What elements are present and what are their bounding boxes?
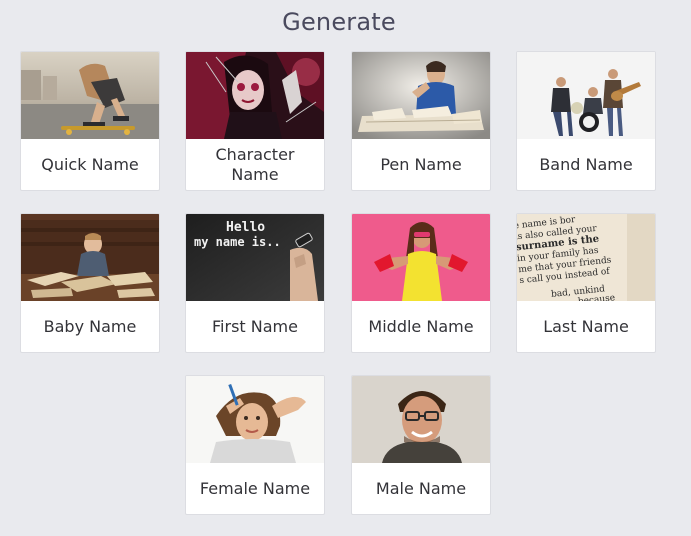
- band-image: [517, 52, 655, 139]
- page-title: Generate: [282, 8, 396, 36]
- woman-pink-image: [352, 214, 490, 301]
- card-male-name[interactable]: Male Name: [351, 375, 491, 515]
- hello-name-tag-image: Hello my name is..: [186, 214, 324, 301]
- dictionary-image: e name is bor is also called your surnam…: [517, 214, 655, 301]
- card-pen-name[interactable]: Pen Name: [351, 51, 491, 191]
- svg-text:my name is..: my name is..: [194, 235, 281, 249]
- card-label: Female Name: [199, 479, 311, 498]
- writer-image: [352, 52, 490, 139]
- card-label: Male Name: [375, 479, 467, 498]
- character-image: [186, 52, 324, 139]
- card-quick-name[interactable]: Quick Name: [20, 51, 160, 191]
- smiling-man-image: [352, 376, 490, 463]
- card-label: Character Name: [215, 145, 295, 184]
- card-middle-name[interactable]: Middle Name: [351, 213, 491, 353]
- card-character-name[interactable]: Character Name: [185, 51, 325, 191]
- card-label: Last Name: [543, 317, 629, 336]
- card-last-name[interactable]: e name is bor is also called your surnam…: [516, 213, 656, 353]
- card-baby-name[interactable]: Baby Name: [20, 213, 160, 353]
- card-label: Band Name: [539, 155, 633, 174]
- card-female-name[interactable]: Female Name: [185, 375, 325, 515]
- card-label: Pen Name: [380, 155, 462, 174]
- skateboarder-image: [21, 52, 159, 139]
- baby-image: [21, 214, 159, 301]
- card-first-name[interactable]: Hello my name is.. First Name: [185, 213, 325, 353]
- thinking-woman-image: [186, 376, 324, 463]
- svg-text:Hello: Hello: [226, 220, 265, 235]
- card-label: Middle Name: [368, 317, 474, 336]
- card-band-name[interactable]: Band Name: [516, 51, 656, 191]
- card-label: Quick Name: [41, 155, 139, 174]
- card-label: Baby Name: [43, 317, 137, 336]
- card-label: First Name: [212, 317, 298, 336]
